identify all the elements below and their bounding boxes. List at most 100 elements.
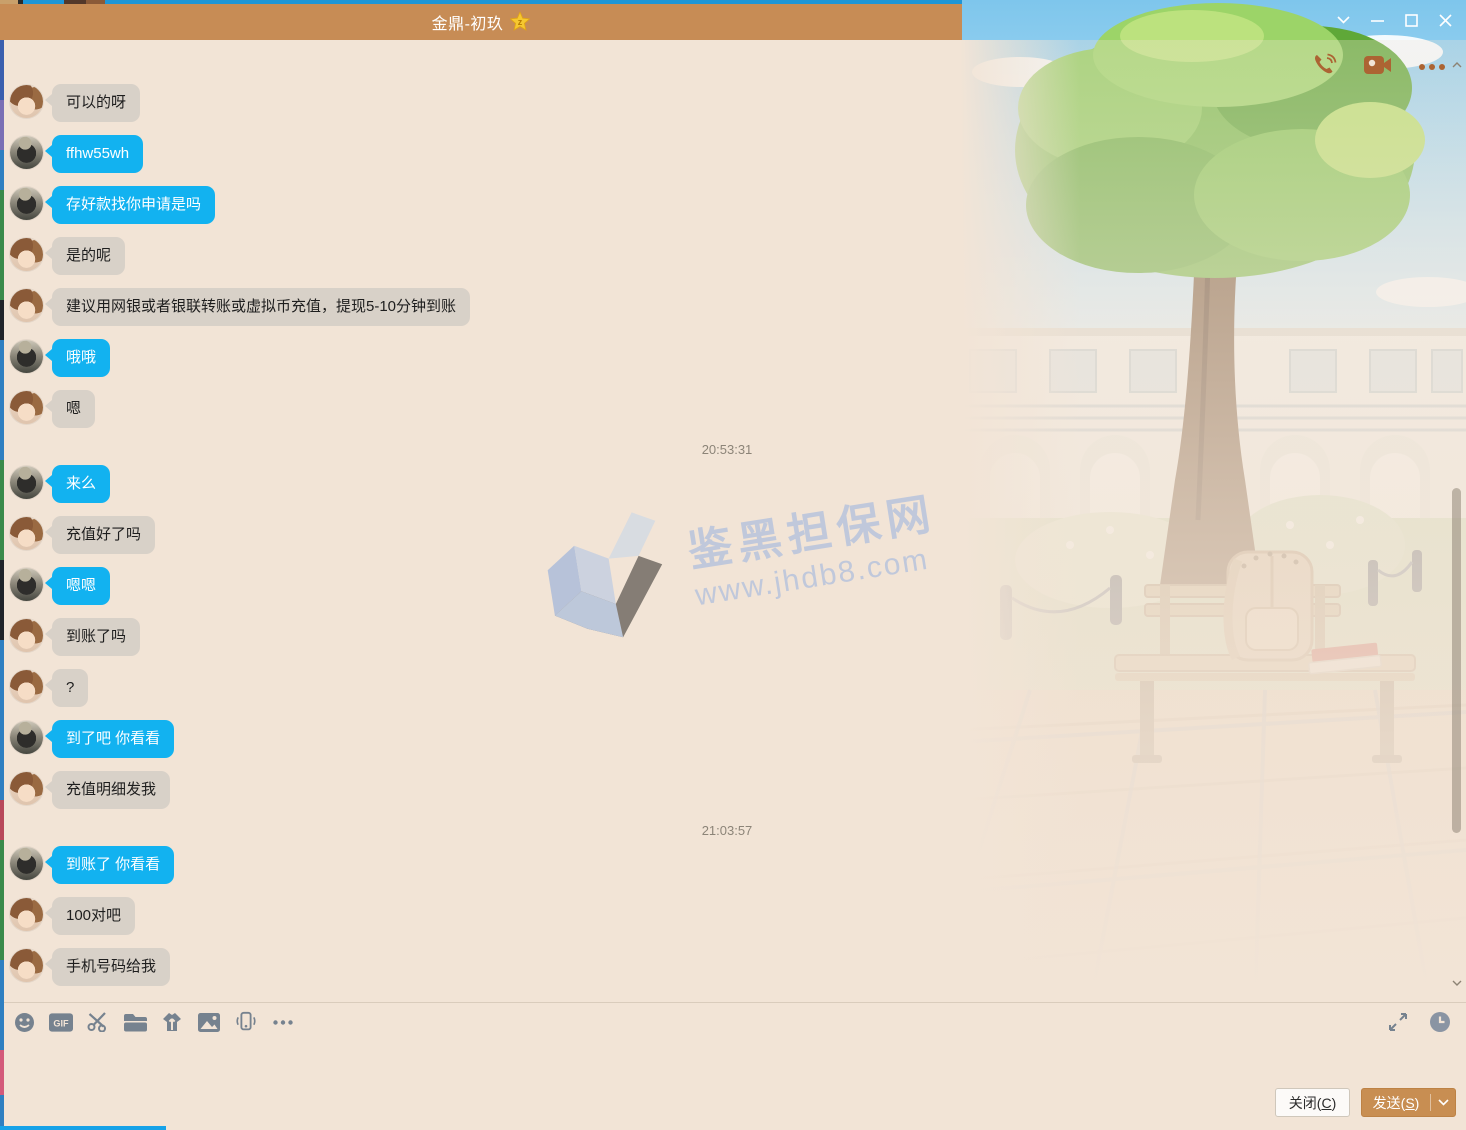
maximize-button[interactable]	[1398, 8, 1424, 32]
composer-toolbar: GIF	[12, 1010, 295, 1034]
message-bubble[interactable]: 手机号码给我	[52, 948, 170, 986]
message-bubble[interactable]: 嗯	[52, 390, 95, 428]
send-options-caret[interactable]	[1431, 1099, 1455, 1106]
message-bubble[interactable]: 到账了吗	[52, 618, 140, 656]
message-bubble[interactable]: 哦哦	[52, 339, 110, 377]
background-window-sliver-top	[0, 0, 962, 4]
message-text: 到账了 你看看	[66, 856, 160, 873]
message-row: 哦哦	[4, 339, 1450, 377]
scroll-up-arrow[interactable]	[1451, 60, 1463, 72]
titlebar: 金鼎-初玖 z	[0, 3, 962, 40]
avatar[interactable]	[10, 568, 43, 601]
message-bubble[interactable]: 可以的呀	[52, 84, 140, 122]
avatar[interactable]	[10, 847, 43, 880]
avatar[interactable]	[10, 949, 43, 982]
message-bubble[interactable]: 是的呢	[52, 237, 125, 275]
message-row: ffhw55wh	[4, 135, 1450, 173]
avatar[interactable]	[10, 670, 43, 703]
message-bubble[interactable]: 到了吧 你看看	[52, 720, 174, 758]
avatar[interactable]	[10, 187, 43, 220]
message-row: 建议用网银或者银联转账或虚拟币充值，提现5-10分钟到账	[4, 288, 1450, 326]
voice-call-icon[interactable]	[1310, 50, 1340, 83]
more-actions-icon[interactable]	[1416, 57, 1448, 76]
message-bubble[interactable]: 到账了 你看看	[52, 846, 174, 884]
avatar[interactable]	[10, 466, 43, 499]
send-button[interactable]: 发送(S)	[1361, 1088, 1456, 1117]
avatar[interactable]	[10, 721, 43, 754]
chat-scrollbar	[1451, 60, 1463, 1000]
screenshot-scissors-icon[interactable]	[86, 1010, 110, 1034]
avatar[interactable]	[10, 136, 43, 169]
message-row: 嗯	[4, 390, 1450, 428]
message-text: ffhw55wh	[66, 145, 129, 162]
message-row: ?	[4, 669, 1450, 707]
message-row: 充值明细发我	[4, 771, 1450, 809]
message-text: 充值明细发我	[66, 781, 156, 798]
message-row: 充值好了吗	[4, 516, 1450, 554]
gif-icon[interactable]: GIF	[49, 1010, 73, 1034]
outfit-shirt-icon[interactable]	[160, 1010, 184, 1034]
message-text: 可以的呀	[66, 94, 126, 111]
scroll-down-arrow[interactable]	[1451, 978, 1463, 990]
call-actions	[1310, 50, 1448, 83]
minimize-button[interactable]	[1364, 8, 1390, 32]
avatar[interactable]	[10, 289, 43, 322]
message-row: 是的呢	[4, 237, 1450, 275]
message-bubble[interactable]: 充值明细发我	[52, 771, 170, 809]
message-row: 来么	[4, 465, 1450, 503]
avatar[interactable]	[10, 772, 43, 805]
toolbar-more-icon[interactable]	[271, 1010, 295, 1034]
send-image-icon[interactable]	[197, 1010, 221, 1034]
message-text: 嗯	[66, 400, 81, 417]
fold-chevron-button[interactable]	[1330, 8, 1356, 32]
avatar[interactable]	[10, 898, 43, 931]
message-text: 是的呢	[66, 247, 111, 264]
message-row: 到账了 你看看	[4, 846, 1450, 884]
video-call-icon[interactable]	[1362, 52, 1394, 81]
message-row: 100对吧	[4, 897, 1450, 935]
message-bubble[interactable]: 嗯嗯	[52, 567, 110, 605]
avatar[interactable]	[10, 340, 43, 373]
avatar[interactable]	[10, 619, 43, 652]
footer-buttons: 关闭(C) 发送(S)	[1275, 1088, 1456, 1117]
qq-chat-window: 金鼎-初玖 z	[0, 0, 1466, 1130]
background-window-sliver-bottom	[0, 1126, 166, 1130]
message-bubble[interactable]: 建议用网银或者银联转账或虚拟币充值，提现5-10分钟到账	[52, 288, 470, 326]
send-label: 发送(S)	[1362, 1093, 1430, 1113]
composer-divider	[4, 1002, 1466, 1003]
send-file-folder-icon[interactable]	[123, 1010, 147, 1034]
message-bubble[interactable]: 存好款找你申请是吗	[52, 186, 215, 224]
message-text: 到账了吗	[66, 628, 126, 645]
message-bubble[interactable]: 100对吧	[52, 897, 135, 935]
timestamp: 21:03:57	[702, 823, 753, 838]
avatar[interactable]	[10, 391, 43, 424]
message-history-clock-icon[interactable]	[1428, 1010, 1452, 1034]
expand-input-icon[interactable]	[1386, 1010, 1410, 1034]
message-bubble[interactable]: 来么	[52, 465, 110, 503]
message-text: 嗯嗯	[66, 577, 96, 594]
window-title: 金鼎-初玖	[432, 10, 504, 34]
message-text: 100对吧	[66, 907, 121, 924]
window-shake-icon[interactable]	[234, 1010, 258, 1034]
avatar[interactable]	[10, 238, 43, 271]
message-text: 哦哦	[66, 349, 96, 366]
message-input[interactable]	[4, 1042, 1466, 1087]
avatar[interactable]	[10, 517, 43, 550]
message-text: 充值好了吗	[66, 526, 141, 543]
message-bubble[interactable]: ffhw55wh	[52, 135, 143, 173]
composer: GIF	[4, 1002, 1466, 1130]
close-chat-button[interactable]: 关闭(C)	[1275, 1088, 1350, 1117]
message-row: 到账了吗	[4, 618, 1450, 656]
message-row: 存好款找你申请是吗	[4, 186, 1450, 224]
emoji-icon[interactable]	[12, 1010, 36, 1034]
message-text: 建议用网银或者银联转账或虚拟币充值，提现5-10分钟到账	[66, 298, 456, 315]
avatar[interactable]	[10, 85, 43, 118]
message-bubble[interactable]: ?	[52, 669, 88, 707]
svg-text:z: z	[518, 17, 523, 27]
message-text: ?	[66, 679, 74, 696]
background-window-sliver-left	[0, 40, 4, 1130]
message-bubble[interactable]: 充值好了吗	[52, 516, 155, 554]
message-text: 手机号码给我	[66, 958, 156, 975]
scrollbar-thumb[interactable]	[1452, 488, 1461, 833]
close-window-button[interactable]	[1432, 8, 1458, 32]
